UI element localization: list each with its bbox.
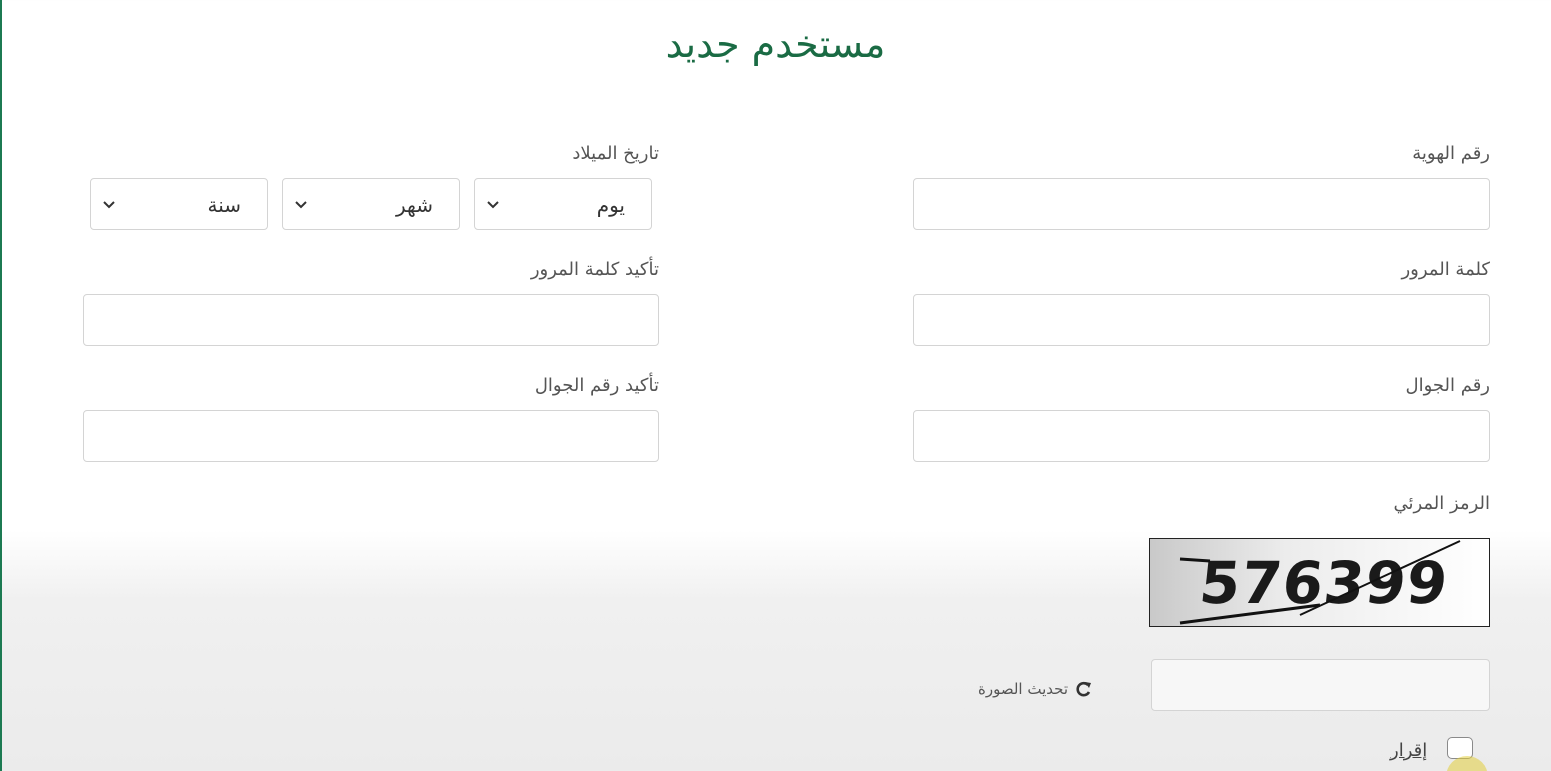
password-label: كلمة المرور <box>1401 259 1490 280</box>
mobile-input[interactable] <box>913 410 1490 462</box>
id-number-label: رقم الهوية <box>1412 143 1490 164</box>
birth-day-select[interactable]: يوم <box>474 178 652 230</box>
page-title: مستخدم جديد <box>665 22 886 66</box>
page-left-border <box>0 0 2 771</box>
captcha-noise-lines <box>1179 540 1461 625</box>
declaration-link[interactable]: إقرار <box>1390 740 1427 761</box>
confirm-mobile-input[interactable] <box>83 410 659 462</box>
chevron-down-icon <box>295 201 307 209</box>
refresh-captcha-label: تحديث الصورة <box>978 680 1068 698</box>
chevron-down-icon <box>487 201 499 209</box>
refresh-icon <box>1076 681 1091 697</box>
birth-day-value: يوم <box>596 193 625 217</box>
confirm-mobile-label: تأكيد رقم الجوال <box>534 375 659 396</box>
captcha-label: الرمز المرئي <box>1393 493 1490 514</box>
confirm-password-input[interactable] <box>83 294 659 346</box>
id-number-input[interactable] <box>913 178 1490 230</box>
captcha-image: 576399 <box>1149 538 1490 627</box>
birth-month-select[interactable]: شهر <box>282 178 460 230</box>
confirm-password-label: تأكيد كلمة المرور <box>530 259 659 280</box>
birth-date-label: تاريخ الميلاد <box>572 143 659 164</box>
birth-year-value: سنة <box>207 193 241 217</box>
birth-year-select[interactable]: سنة <box>90 178 268 230</box>
mobile-label: رقم الجوال <box>1405 375 1490 396</box>
password-input[interactable] <box>913 294 1490 346</box>
chevron-down-icon <box>103 201 115 209</box>
birth-month-value: شهر <box>395 193 433 217</box>
captcha-input[interactable] <box>1151 659 1490 711</box>
refresh-captcha-button[interactable]: تحديث الصورة <box>978 680 1094 698</box>
